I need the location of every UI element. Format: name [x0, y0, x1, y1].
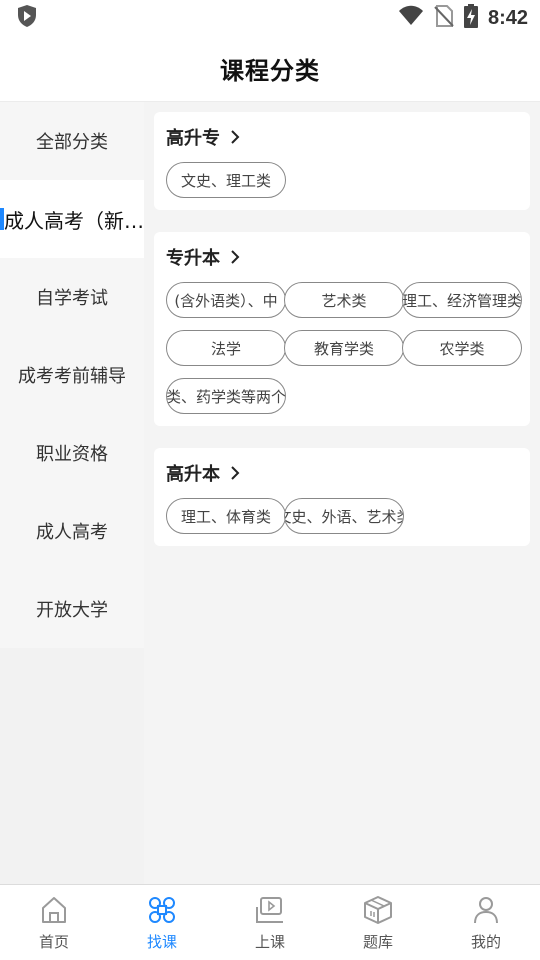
nav-label: 上课	[254, 933, 285, 951]
course-category-content: 高升专 文史、理工类 专升本 (含外语类）、中 艺术类 理工、经济管理类 法学 …	[144, 102, 540, 884]
tag-chip[interactable]: 类、药学类等两个	[166, 378, 286, 414]
section-title: 专升本	[166, 248, 220, 269]
chevron-right-icon	[230, 465, 240, 481]
find-course-icon	[147, 895, 177, 929]
chevron-right-icon	[230, 129, 240, 145]
tag-chip[interactable]: (含外语类）、中	[166, 282, 286, 318]
section-card: 高升专 文史、理工类	[154, 112, 530, 210]
nav-label: 题库	[362, 933, 393, 951]
section-header-gaoshengben[interactable]: 高升本	[166, 460, 520, 486]
sidebar-item-exam-tutoring[interactable]: 成考考前辅导	[0, 336, 144, 414]
sidebar-item-self-study-exam[interactable]: 自学考试	[0, 258, 144, 336]
nav-find-course[interactable]: 找课	[108, 885, 216, 960]
home-icon	[39, 895, 69, 929]
active-indicator	[0, 208, 4, 230]
question-bank-icon	[363, 895, 393, 929]
section-title: 高升专	[166, 128, 220, 149]
nav-profile[interactable]: 我的	[432, 885, 540, 960]
nav-class[interactable]: 上课	[216, 885, 324, 960]
tag-chip[interactable]: 文史、理工类	[166, 162, 286, 198]
sidebar-item-label: 成人高考	[36, 522, 108, 543]
tag-chip[interactable]: 农学类	[402, 330, 522, 366]
wifi-icon	[398, 5, 424, 31]
sidebar-item-open-university[interactable]: 开放大学	[0, 570, 144, 648]
sidebar-item-label: 职业资格	[36, 444, 108, 465]
sidebar-item-professional-qualification[interactable]: 职业资格	[0, 414, 144, 492]
no-sim-icon	[434, 4, 454, 32]
status-clock: 8:42	[487, 6, 528, 29]
nav-label: 首页	[38, 933, 69, 951]
section-title: 高升本	[166, 464, 220, 485]
battery-charging-icon	[463, 4, 478, 32]
sidebar-item-label: 成人高考（新…	[4, 208, 144, 233]
page-title: 课程分类	[220, 57, 320, 85]
section-card: 高升本 理工、体育类 文史、外语、艺术类	[154, 448, 530, 546]
sidebar-item-label: 开放大学	[36, 600, 108, 621]
bottom-nav: 首页 找课 上课 题库 我的	[0, 884, 540, 960]
section-header-zhuanshengben[interactable]: 专升本	[166, 244, 520, 270]
tag-chip[interactable]: 教育学类	[284, 330, 404, 366]
tag-chip[interactable]: 文史、外语、艺术类	[284, 498, 404, 534]
chevron-right-icon	[230, 249, 240, 265]
profile-icon	[471, 895, 501, 929]
sidebar-item-label: 全部分类	[36, 132, 108, 153]
sidebar-item-adult-exam-new[interactable]: 成人高考（新…	[0, 180, 144, 258]
nav-home[interactable]: 首页	[0, 885, 108, 960]
section-card: 专升本 (含外语类）、中 艺术类 理工、经济管理类 法学 教育学类 农学类 类、…	[154, 232, 530, 426]
class-icon	[255, 895, 285, 929]
sidebar-item-label: 成考考前辅导	[18, 366, 126, 387]
sidebar-item-all[interactable]: 全部分类	[0, 102, 144, 180]
section-header-gaoshengzhuan[interactable]: 高升专	[166, 124, 520, 150]
tag-chip[interactable]: 理工、体育类	[166, 498, 286, 534]
tag-chip[interactable]: 艺术类	[284, 282, 404, 318]
nav-label: 找课	[146, 933, 177, 951]
tag-chip[interactable]: 法学	[166, 330, 286, 366]
shield-icon	[16, 4, 38, 32]
status-bar: 8:42	[0, 0, 540, 36]
category-sidebar: 全部分类 成人高考（新… 自学考试 成考考前辅导 职业资格 成人高考 开放大学	[0, 102, 144, 884]
tag-chip[interactable]: 理工、经济管理类	[402, 282, 522, 318]
nav-label: 我的	[470, 933, 501, 951]
sidebar-item-adult-exam[interactable]: 成人高考	[0, 492, 144, 570]
sidebar-item-label: 自学考试	[36, 288, 108, 309]
title-bar: 课程分类	[0, 36, 540, 102]
nav-question-bank[interactable]: 题库	[324, 885, 432, 960]
